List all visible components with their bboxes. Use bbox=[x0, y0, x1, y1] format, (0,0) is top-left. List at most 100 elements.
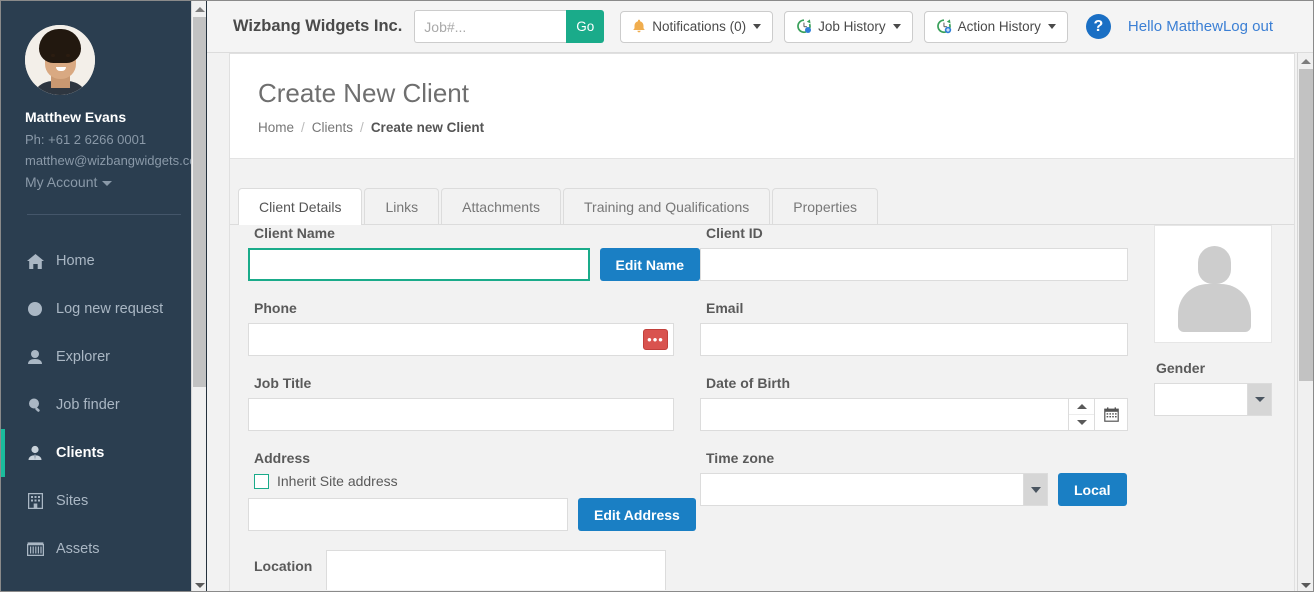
hello-user-link[interactable]: Hello Matthew bbox=[1128, 18, 1223, 35]
sidebar-item-log-new-request[interactable]: Log new request bbox=[1, 285, 207, 333]
tab-links[interactable]: Links bbox=[364, 188, 440, 225]
sidebar-nav: Home Log new request Explorer Job finder bbox=[1, 237, 207, 573]
field-client-name: Client Name Edit Name bbox=[248, 225, 700, 281]
breadcrumb-separator: / bbox=[301, 120, 305, 135]
client-id-input[interactable] bbox=[700, 248, 1128, 281]
local-timezone-button[interactable]: Local bbox=[1058, 473, 1127, 506]
edit-address-button[interactable]: Edit Address bbox=[578, 498, 696, 531]
help-icon[interactable]: ? bbox=[1085, 14, 1111, 39]
sidebar: Matthew Evans Ph: +61 2 6266 0001 matthe… bbox=[1, 1, 207, 591]
gender-label: Gender bbox=[1156, 360, 1206, 376]
scroll-down-icon[interactable] bbox=[1298, 577, 1313, 591]
sidebar-scrollbar[interactable] bbox=[191, 1, 207, 591]
field-phone: Phone ••• bbox=[248, 300, 700, 356]
client-details-form: Client Name Edit Name Phone ••• Job Titl… bbox=[230, 225, 1294, 591]
address-input[interactable] bbox=[248, 498, 568, 531]
sidebar-item-job-finder[interactable]: Job finder bbox=[1, 381, 207, 429]
field-email: Email bbox=[700, 300, 1152, 356]
field-job-title: Job Title bbox=[248, 375, 700, 431]
sidebar-item-label: Home bbox=[56, 253, 95, 269]
user-icon bbox=[23, 349, 47, 365]
sidebar-scrollbar-thumb[interactable] bbox=[193, 17, 207, 387]
job-title-input[interactable] bbox=[248, 398, 674, 431]
page-title: Create New Client bbox=[258, 78, 469, 108]
stepper-down-icon[interactable] bbox=[1069, 415, 1094, 430]
chevron-down-icon bbox=[1047, 24, 1056, 29]
content-card: Create New Client Home / Clients / Create ne… bbox=[229, 53, 1295, 591]
assets-icon bbox=[23, 542, 47, 556]
gender-select[interactable] bbox=[1154, 383, 1248, 416]
scroll-down-icon[interactable] bbox=[192, 577, 207, 591]
field-location: Location bbox=[248, 550, 700, 590]
job-title-label: Job Title bbox=[254, 375, 312, 391]
client-id-label: Client ID bbox=[706, 225, 763, 241]
field-time-zone: Time zone Local bbox=[700, 450, 1152, 506]
chevron-down-icon[interactable] bbox=[1248, 383, 1272, 416]
avatar-photo bbox=[25, 25, 95, 95]
sidebar-item-label: Clients bbox=[56, 445, 105, 461]
breadcrumb-home[interactable]: Home bbox=[258, 120, 294, 135]
location-input[interactable] bbox=[326, 550, 667, 590]
time-zone-select[interactable] bbox=[700, 473, 1024, 506]
phone-more-label: ••• bbox=[647, 331, 664, 347]
chevron-down-icon bbox=[753, 24, 762, 29]
job-search-group: Go bbox=[414, 10, 605, 43]
inherit-site-address-checkbox[interactable] bbox=[254, 473, 269, 489]
calendar-icon[interactable] bbox=[1094, 399, 1127, 430]
home-icon bbox=[23, 253, 47, 269]
my-account-menu[interactable]: My Account bbox=[25, 174, 207, 190]
sidebar-item-home[interactable]: Home bbox=[1, 237, 207, 285]
edit-name-button[interactable]: Edit Name bbox=[599, 248, 700, 281]
date-stepper[interactable] bbox=[1068, 399, 1094, 430]
chevron-down-icon[interactable] bbox=[1024, 473, 1048, 506]
client-photo-placeholder[interactable] bbox=[1154, 225, 1272, 343]
date-of-birth-input[interactable] bbox=[700, 398, 1128, 431]
tab-training-and-qualifications[interactable]: Training and Qualifications bbox=[563, 188, 771, 225]
logout-link[interactable]: Log out bbox=[1223, 18, 1273, 35]
main-region: Wizbang Widgets Inc. Go Notifications (0… bbox=[207, 1, 1313, 591]
action-history-button[interactable]: Action History bbox=[923, 10, 1068, 43]
application-window: Matthew Evans Ph: +61 2 6266 0001 matthe… bbox=[0, 0, 1314, 592]
sidebar-item-sites[interactable]: Sites bbox=[1, 477, 207, 525]
breadcrumb: Home / Clients / Create new Client bbox=[258, 120, 1294, 135]
job-history-icon bbox=[796, 19, 812, 34]
search-input[interactable] bbox=[414, 10, 567, 43]
job-history-label: Job History bbox=[818, 19, 886, 34]
phone-input[interactable] bbox=[248, 323, 674, 356]
stepper-up-icon[interactable] bbox=[1069, 399, 1094, 414]
brand-title: Wizbang Widgets Inc. bbox=[233, 17, 403, 35]
magnifier-icon bbox=[23, 397, 47, 413]
tab-attachments[interactable]: Attachments bbox=[441, 188, 561, 225]
chevron-down-icon bbox=[892, 24, 901, 29]
sidebar-item-label: Log new request bbox=[56, 301, 164, 317]
form-column-avatar: Gender bbox=[1154, 225, 1294, 416]
chevron-down-icon bbox=[102, 180, 113, 186]
my-account-label: My Account bbox=[25, 174, 98, 190]
content-scrollbar[interactable] bbox=[1297, 53, 1313, 591]
job-history-button[interactable]: Job History bbox=[784, 10, 913, 43]
date-of-birth-label: Date of Birth bbox=[706, 375, 790, 391]
scroll-up-icon[interactable] bbox=[1298, 53, 1313, 69]
notifications-button[interactable]: Notifications (0) bbox=[620, 10, 774, 43]
scroll-up-icon[interactable] bbox=[192, 1, 207, 17]
client-name-input[interactable] bbox=[248, 248, 590, 281]
avatar bbox=[25, 25, 95, 95]
tab-properties[interactable]: Properties bbox=[772, 188, 879, 225]
go-button[interactable]: Go bbox=[566, 10, 605, 43]
tab-client-details[interactable]: Client Details bbox=[238, 188, 363, 225]
breadcrumb-clients[interactable]: Clients bbox=[312, 120, 353, 135]
sidebar-item-clients[interactable]: Clients bbox=[1, 429, 207, 477]
action-history-label: Action History bbox=[957, 19, 1041, 34]
user-name: Matthew Evans bbox=[25, 109, 127, 125]
sidebar-item-label: Assets bbox=[56, 541, 100, 557]
sidebar-item-assets[interactable]: Assets bbox=[1, 525, 207, 573]
user-phone: Ph: +61 2 6266 0001 bbox=[25, 132, 147, 147]
email-input[interactable] bbox=[700, 323, 1128, 356]
sidebar-divider bbox=[27, 214, 181, 215]
content-scrollbar-thumb[interactable] bbox=[1299, 69, 1313, 381]
address-label: Address bbox=[254, 450, 311, 466]
sidebar-item-explorer[interactable]: Explorer bbox=[1, 333, 207, 381]
tab-bar: Client Details Links Attachments Trainin… bbox=[230, 159, 1294, 225]
phone-more-icon[interactable]: ••• bbox=[643, 329, 668, 350]
sidebar-item-label: Sites bbox=[56, 493, 89, 509]
